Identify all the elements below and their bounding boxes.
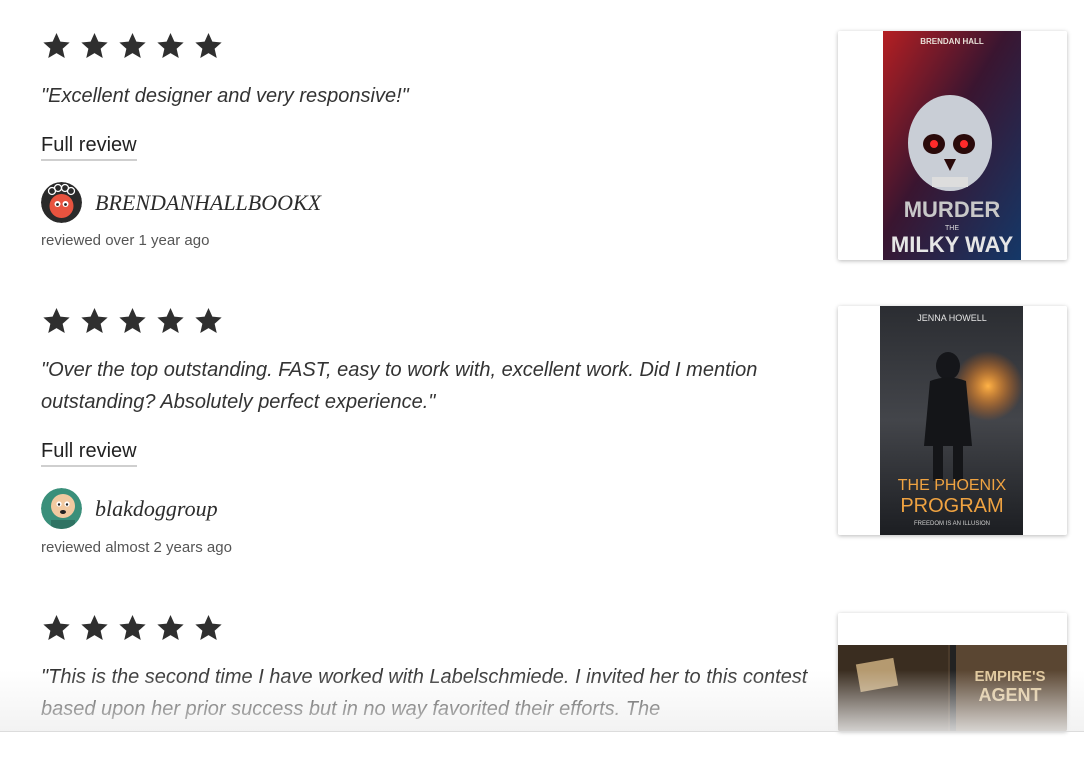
star-icon (116, 613, 149, 643)
star-icon (116, 306, 149, 336)
cover-tagline: FREEDOM IS AN ILLUSION (914, 521, 990, 527)
cover-title-text: THE PHOENIX (898, 477, 1007, 494)
star-icon (116, 31, 149, 61)
design-thumbnail[interactable]: JENNA HOWELL THE PHOENIX PROGRAM FREEDOM… (838, 306, 1067, 535)
book-cover-image: EMPIRE'S AGENT (838, 613, 1067, 731)
design-thumbnail[interactable]: BRENDAN HALL MURDER THE MILKY WAY (838, 31, 1067, 260)
star-icon (78, 613, 111, 643)
reviewer-info: BRENDANHALLBOOKX (41, 182, 321, 223)
full-review-link[interactable]: Full review (41, 134, 137, 161)
star-rating (40, 613, 225, 643)
review-quote: "Over the top outstanding. FAST, easy to… (41, 359, 758, 413)
review-quote: "This is the second time I have worked w… (41, 666, 808, 720)
star-icon (192, 31, 225, 61)
star-icon (40, 613, 73, 643)
star-icon (192, 306, 225, 336)
cover-title-text-2: PROGRAM (900, 495, 1003, 517)
reviewer-name[interactable]: BRENDANHALLBOOKX (95, 190, 321, 216)
star-rating (40, 306, 225, 336)
review-timestamp: reviewed over 1 year ago (41, 232, 210, 249)
star-icon (40, 31, 73, 61)
star-icon (78, 306, 111, 336)
design-thumbnail[interactable]: EMPIRE'S AGENT (838, 613, 1067, 731)
cover-title-small: THE (945, 225, 959, 232)
avatar[interactable] (41, 182, 82, 223)
reviewer-name[interactable]: blakdoggroup (95, 496, 218, 522)
star-icon (154, 306, 187, 336)
cover-author-text: BRENDAN HALL (920, 37, 984, 46)
cover-title-text: EMPIRE'S (974, 668, 1045, 685)
star-rating (40, 31, 225, 61)
star-icon (154, 31, 187, 61)
star-icon (40, 306, 73, 336)
star-icon (192, 613, 225, 643)
reviewer-info: blakdoggroup (41, 488, 218, 529)
review-quote: "Excellent designer and very responsive!… (41, 85, 409, 107)
review-timestamp: reviewed almost 2 years ago (41, 539, 232, 556)
book-cover-image: BRENDAN HALL MURDER THE MILKY WAY (838, 31, 1067, 260)
cover-title-text: MURDER (904, 197, 1001, 222)
star-icon (154, 613, 187, 643)
cover-author-text: JENNA HOWELL (917, 313, 987, 323)
full-review-link[interactable]: Full review (41, 440, 137, 467)
avatar[interactable] (41, 488, 82, 529)
cover-title-text-2: AGENT (979, 685, 1042, 705)
viewport-edge (0, 731, 1084, 732)
book-cover-image: JENNA HOWELL THE PHOENIX PROGRAM FREEDOM… (838, 306, 1067, 535)
star-icon (78, 31, 111, 61)
cover-title-text-2: MILKY WAY (891, 232, 1014, 257)
